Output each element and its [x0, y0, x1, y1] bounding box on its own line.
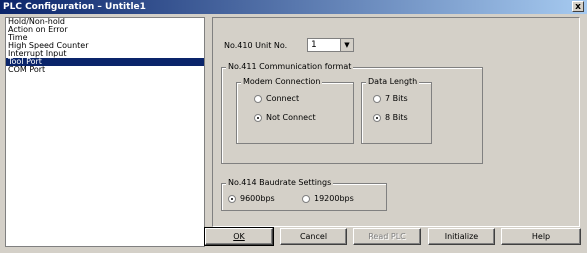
initialize-button[interactable]: Initialize — [428, 228, 495, 245]
unit-no-label: No.410 Unit No. — [224, 41, 288, 50]
radio-dot — [302, 194, 310, 203]
radio-9600bps[interactable]: 9600bps — [228, 194, 275, 203]
read-plc-button: Read PLC — [353, 228, 421, 245]
close-icon[interactable]: x — [572, 1, 584, 12]
unit-no-select[interactable]: 1 ▼ — [307, 38, 354, 52]
modem-connection-legend: Modem Connection — [241, 77, 323, 86]
radio-label: 19200bps — [314, 194, 354, 203]
radio-7-bits[interactable]: 7 Bits — [373, 94, 408, 103]
radio-dot-checked — [254, 113, 262, 122]
radio-label: 8 Bits — [385, 113, 408, 122]
settings-list[interactable]: Hold/Non-hold Action on Error Time High … — [5, 17, 205, 247]
radio-19200bps[interactable]: 19200bps — [302, 194, 354, 203]
data-length-legend: Data Length — [366, 77, 420, 86]
radio-dot-checked — [228, 194, 236, 203]
baudrate-legend: No.414 Baudrate Settings — [226, 178, 334, 187]
radio-label: Connect — [266, 94, 300, 103]
radio-not-connect[interactable]: Not Connect — [254, 113, 316, 122]
radio-dot — [373, 94, 381, 103]
chevron-down-icon[interactable]: ▼ — [340, 39, 353, 51]
radio-dot — [254, 94, 262, 103]
window-title: PLC Configuration – Untitle1 — [3, 2, 146, 12]
radio-label: 9600bps — [240, 194, 275, 203]
radio-label: 7 Bits — [385, 94, 408, 103]
radio-label: Not Connect — [266, 113, 316, 122]
radio-8-bits[interactable]: 8 Bits — [373, 113, 408, 122]
dialog-body: Hold/Non-hold Action on Error Time High … — [0, 14, 587, 253]
help-button[interactable]: Help — [501, 228, 581, 245]
comm-format-legend: No.411 Communication format — [226, 62, 354, 71]
cancel-button[interactable]: Cancel — [280, 228, 347, 245]
list-item[interactable]: Action on Error — [6, 26, 204, 34]
radio-dot-checked — [373, 113, 381, 122]
ok-button[interactable]: OK — [204, 227, 274, 246]
list-item[interactable]: COM Port — [6, 66, 204, 74]
title-bar: PLC Configuration – Untitle1 x — [0, 0, 587, 14]
radio-connect[interactable]: Connect — [254, 94, 299, 103]
unit-no-value: 1 — [311, 40, 317, 50]
